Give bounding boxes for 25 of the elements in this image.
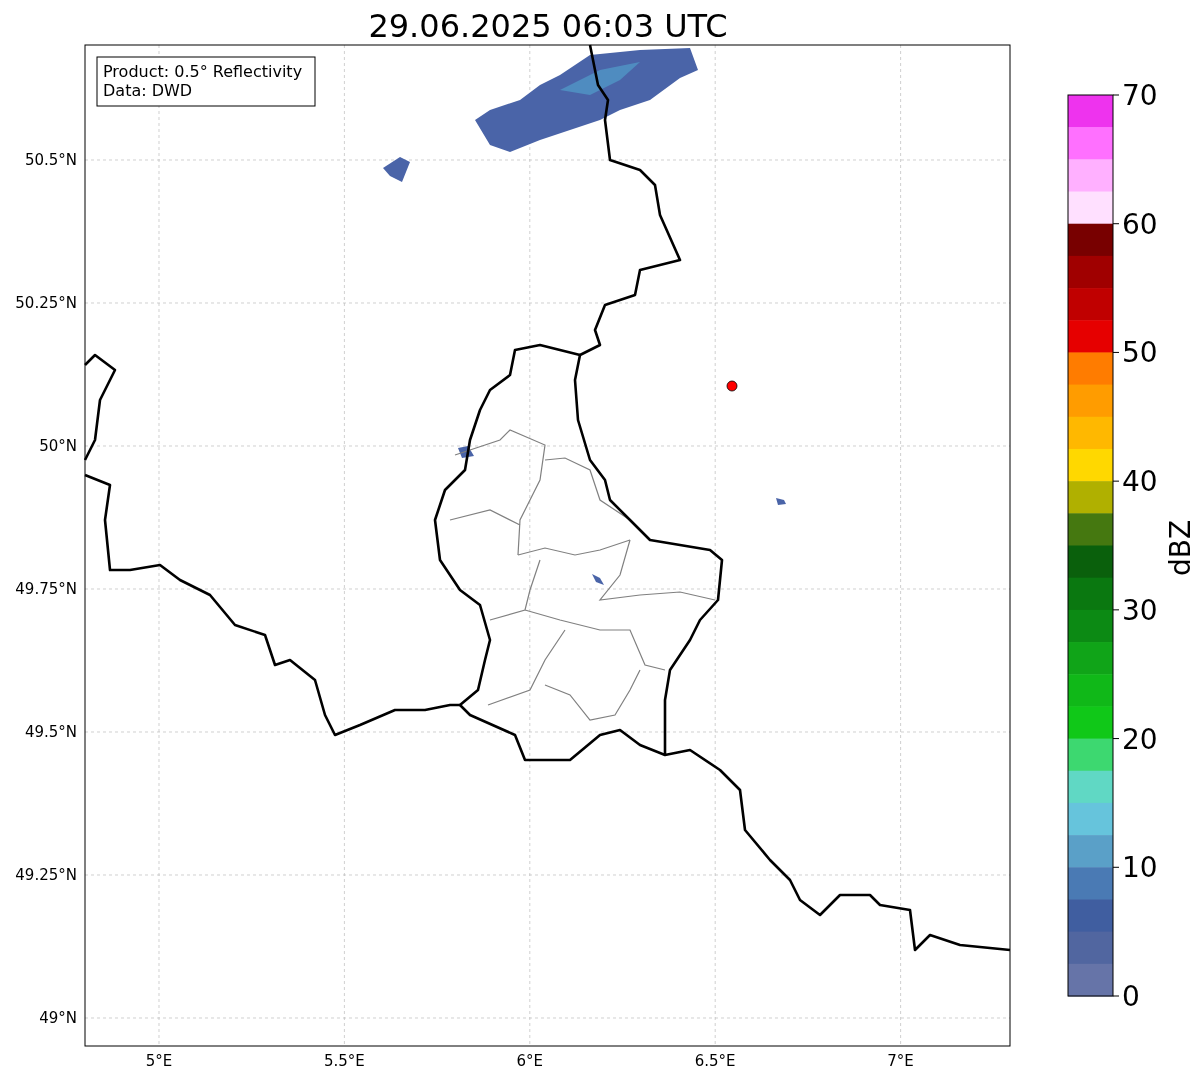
colorbar-tick-label: 50: [1122, 336, 1158, 370]
colorbar-tick-label: 60: [1122, 207, 1158, 241]
colorbar-tick-label: 20: [1122, 722, 1158, 756]
latitude-label: 49°N: [39, 1009, 77, 1027]
longitude-label: 6.5°E: [694, 1052, 736, 1070]
colorbar-tick-label: 70: [1122, 79, 1158, 112]
location-marker: [726, 380, 738, 392]
longitude-label: 5.5°E: [324, 1052, 365, 1070]
legend-text: Product: 0.5° Reflectivity: [103, 62, 303, 81]
latitude-label: 49.75°N: [15, 580, 77, 598]
colorbar-tick-label: 40: [1122, 465, 1158, 499]
longitude-label: 6°E: [516, 1052, 544, 1070]
latitude-label: 49.5°N: [24, 723, 77, 741]
chart-title: 29.06.2025 06:03 UTC: [368, 7, 728, 45]
latitude-label: 50°N: [39, 437, 77, 455]
colorbar-axis-label: dBZ: [1164, 519, 1197, 577]
latitude-label: 50.25°N: [15, 294, 77, 312]
latitude-label: 50.5°N: [24, 151, 77, 169]
latitude-label: 49.25°N: [15, 866, 77, 884]
colorbar-tick-label: 0: [1122, 980, 1140, 1013]
colorbar-tick-label: 30: [1122, 593, 1158, 627]
longitude-label: 5°E: [145, 1052, 173, 1070]
longitude-label: 7°E: [887, 1052, 914, 1070]
colorbar-tick-label: 10: [1122, 851, 1158, 885]
legend-text: Data: DWD: [103, 81, 193, 100]
